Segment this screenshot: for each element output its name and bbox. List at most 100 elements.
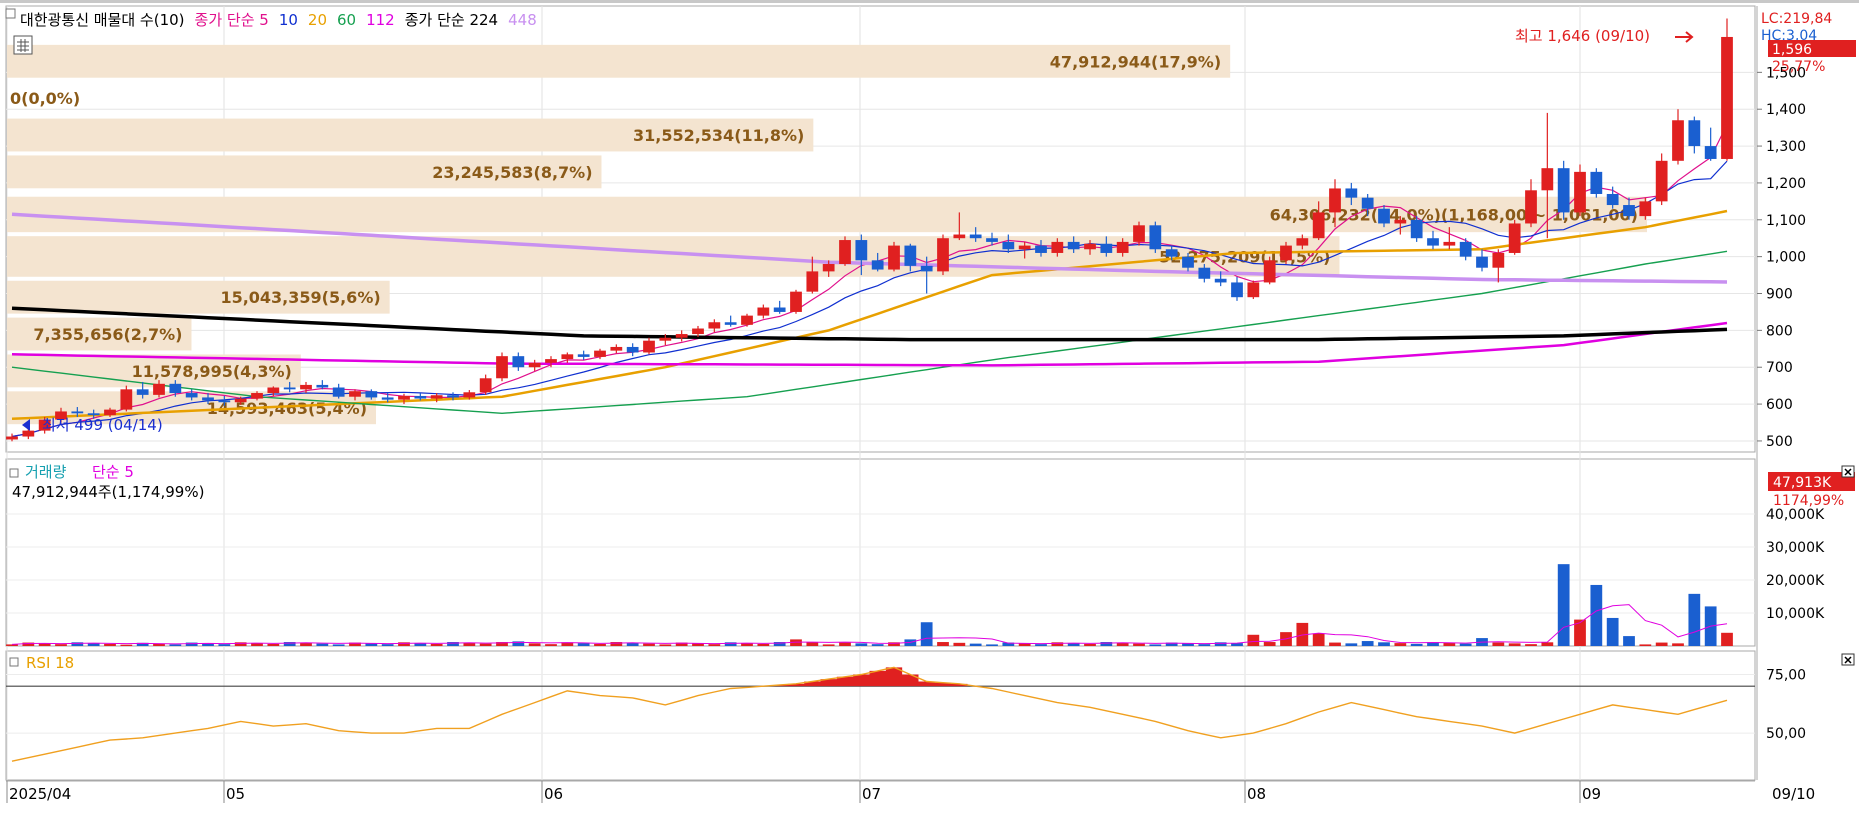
volume-bar: [1492, 642, 1505, 646]
volume-bar: [1541, 642, 1554, 646]
candle-body: [316, 384, 329, 388]
volume-bar: [1606, 617, 1619, 646]
volume-bar: [218, 644, 231, 646]
candle-body: [267, 387, 280, 394]
rsi-close-icon[interactable]: [1841, 653, 1855, 666]
candle-body: [1427, 238, 1439, 246]
price-panel-title: 대한광통신 매물대 수(10) 종가 단순 5 10 20 60 112 종가 단순 224…: [20, 11, 537, 29]
volume-bar: [1410, 643, 1423, 646]
volume-bar: [1623, 636, 1635, 646]
volume-bar: [1655, 642, 1668, 646]
candle-body: [300, 384, 312, 390]
lc-label: LC:219,84: [1761, 11, 1832, 27]
volume-tick-label: 20,000K: [1766, 573, 1825, 589]
volume-profile-label: 23,245,583(8,7%): [432, 163, 592, 182]
volume-bar: [1263, 642, 1276, 646]
volume-bar: [822, 644, 835, 646]
price-tick-label: 1,000: [1766, 250, 1806, 266]
grid-toggle-icon[interactable]: [13, 35, 33, 55]
candle-body: [1247, 282, 1260, 298]
candle-body: [1525, 190, 1537, 224]
candle-body: [1721, 36, 1733, 159]
volume-profile-label: 47,912,944(17,9%): [1050, 52, 1221, 71]
candle: [1508, 219, 1521, 255]
chart-canvas[interactable]: 47,912,944(17,9%) 0(0,0%) 31,552,534(11,8%…: [0, 0, 1859, 815]
candle-body: [1165, 249, 1178, 257]
volume-current-label: 47,913K: [1773, 475, 1832, 491]
candle-body: [888, 245, 900, 270]
candle: [1247, 280, 1260, 300]
candle-body: [414, 395, 427, 399]
candle-body: [71, 411, 84, 414]
candle-body: [447, 395, 459, 398]
candle-body: [463, 392, 476, 398]
volume-menu-icon[interactable]: [9, 468, 19, 478]
volume-bar: [839, 642, 851, 646]
volume-bar: [1590, 584, 1603, 646]
candle-body: [1443, 241, 1456, 246]
candle-body: [1606, 193, 1619, 206]
candle-body: [1623, 205, 1635, 217]
candle: [741, 313, 753, 327]
volume-bar: [169, 644, 182, 646]
candle-body: [757, 307, 770, 316]
candle-body: [496, 356, 508, 379]
title-item: 종가 단순 5: [195, 11, 269, 29]
candle-body: [185, 393, 198, 398]
candle-body: [1051, 241, 1064, 253]
candle-body: [104, 409, 116, 416]
volume-ma-title: 단순 5: [92, 463, 134, 481]
candle-body: [1329, 188, 1341, 213]
candle: [1410, 216, 1423, 242]
candle-body: [1541, 168, 1554, 191]
candle-body: [120, 389, 133, 410]
candle-body: [724, 322, 737, 325]
volume-bar: [104, 643, 116, 646]
volume-bar: [1688, 593, 1701, 646]
volume-close-icon[interactable]: [1841, 465, 1855, 478]
candle: [120, 385, 133, 412]
panel-menu-icon[interactable]: [5, 8, 16, 19]
title-item: 60: [337, 11, 356, 29]
price-tick-label: 1,300: [1766, 139, 1806, 155]
volume-bar: [969, 643, 982, 646]
volume-panel-frame: [5, 458, 1756, 647]
volume-bar: [1639, 644, 1652, 646]
rsi-menu-icon[interactable]: [9, 657, 19, 667]
candle-body: [1345, 188, 1358, 198]
candle: [1149, 221, 1162, 253]
candle-body: [153, 383, 165, 395]
volume-bar: [1247, 634, 1260, 646]
candle-body: [1590, 171, 1603, 194]
price-tick-label: 800: [1766, 323, 1793, 339]
candle-body: [136, 389, 149, 395]
candle-body: [577, 354, 590, 357]
candle-body: [87, 413, 100, 416]
candle-body: [6, 436, 18, 440]
candle: [1721, 18, 1733, 161]
candle-body: [1574, 171, 1586, 213]
volume-bar: [120, 644, 133, 646]
candle-body: [512, 356, 525, 368]
candle-body: [218, 400, 231, 403]
volume-bar: [757, 643, 770, 646]
volume-bar: [643, 643, 655, 646]
volume-bar: [1198, 644, 1211, 646]
candle-body: [430, 395, 443, 399]
volume-bar: [855, 643, 868, 646]
volume-info: 47,912,944주(1,174,99%): [12, 483, 204, 501]
candle: [1590, 168, 1603, 198]
volume-bar: [1084, 643, 1096, 646]
volume-bar: [577, 643, 590, 646]
volume-title: 거래량: [25, 463, 67, 481]
volume-bar: [1149, 644, 1162, 646]
candle-body: [871, 260, 884, 270]
x-tick-label: 2025/04: [9, 785, 71, 803]
candle-body: [822, 264, 835, 272]
x-tick-label: 05: [226, 785, 245, 803]
candle-body: [610, 346, 623, 351]
candle-body: [1688, 120, 1701, 147]
volume-bar: [479, 643, 492, 646]
volume-bar: [1361, 641, 1374, 646]
rsi-title: RSI 18: [26, 654, 74, 672]
